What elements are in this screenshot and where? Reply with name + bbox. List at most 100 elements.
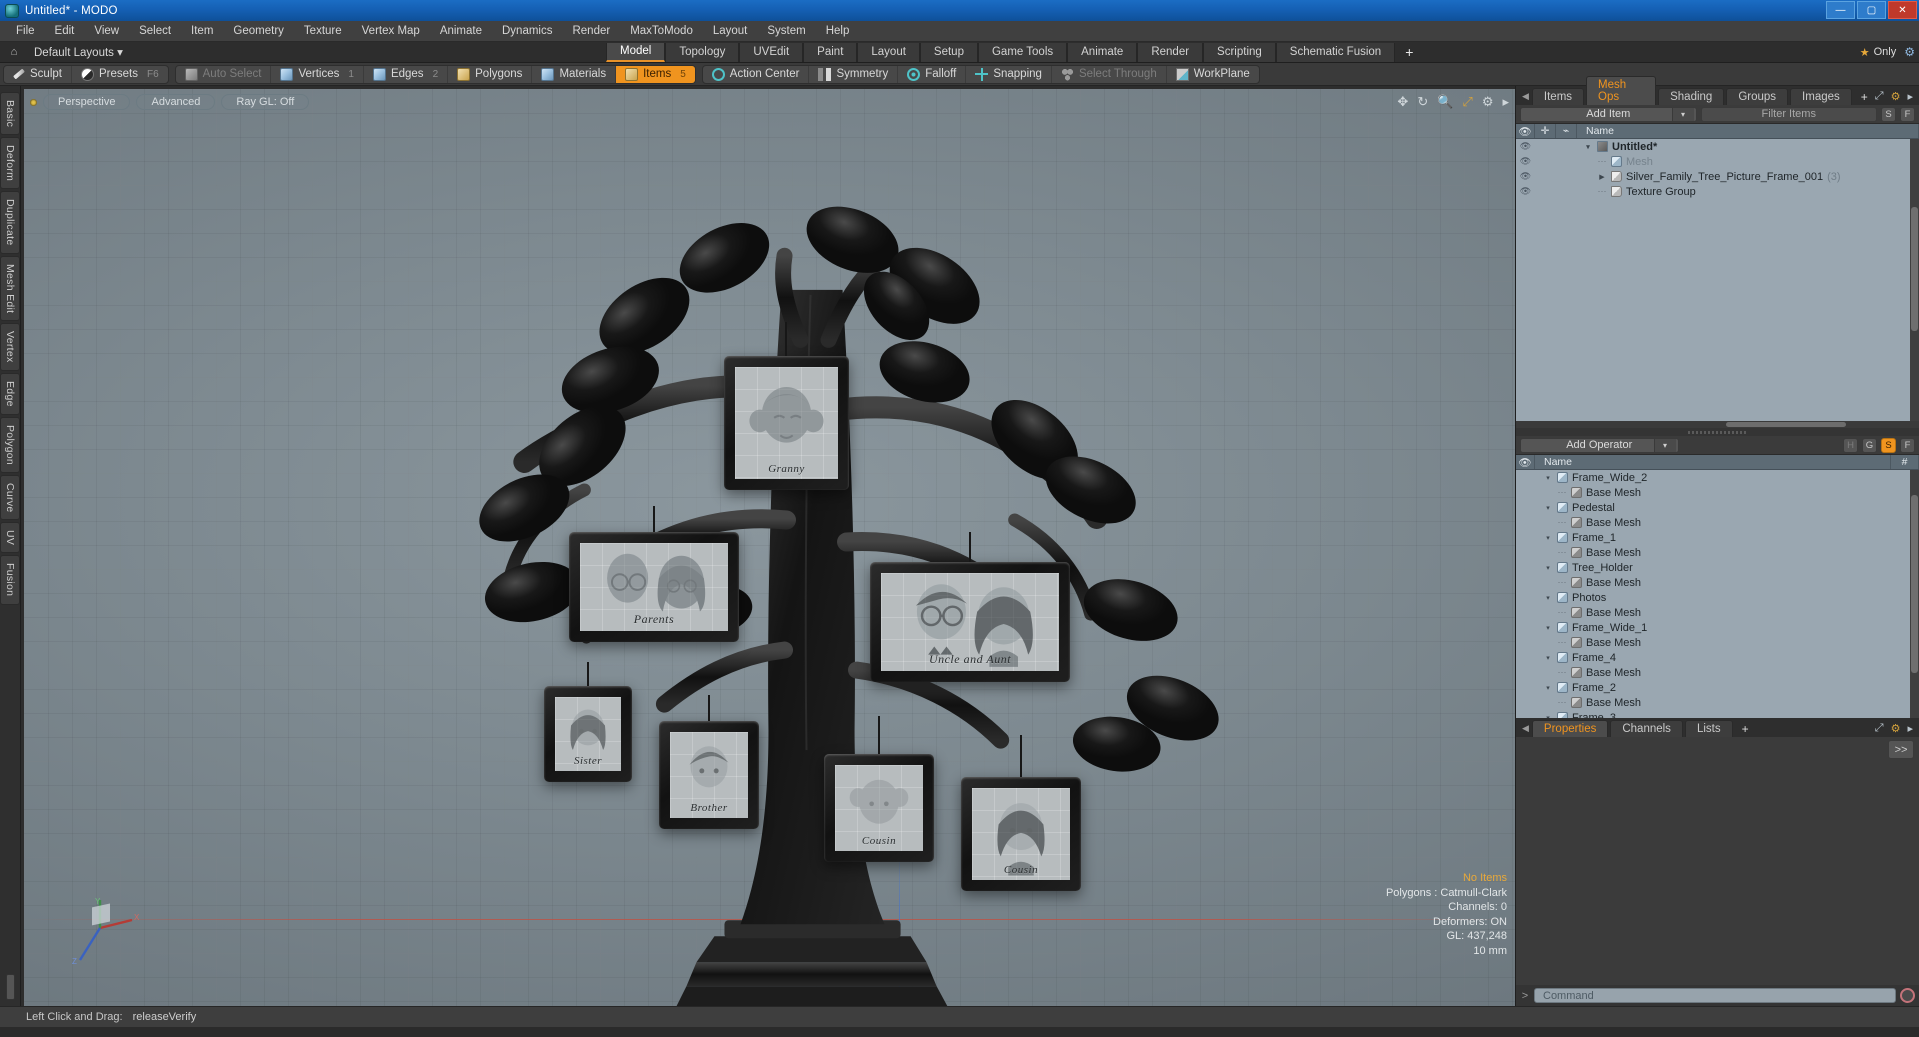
default-layouts-dropdown[interactable]: Default Layouts ▾: [34, 45, 123, 59]
tool-items[interactable]: Items 5: [616, 65, 695, 83]
layout-tab-topology[interactable]: Topology: [665, 42, 740, 62]
operator-row[interactable]: ⋯ Base Mesh: [1516, 665, 1919, 680]
layout-tab-scripting[interactable]: Scripting: [1203, 42, 1276, 62]
layout-tab-model[interactable]: Model: [606, 42, 666, 62]
add-layout-tab-button[interactable]: +: [1395, 44, 1423, 60]
chevron-right-icon[interactable]: ▸: [1907, 722, 1913, 735]
operator-f-button[interactable]: F: [1900, 437, 1915, 453]
left-tab-edge[interactable]: Edge: [0, 372, 20, 415]
operator-row[interactable]: ▾ Frame_2: [1516, 680, 1919, 695]
scroll-thumb[interactable]: [1726, 422, 1846, 427]
tool-workplane[interactable]: WorkPlane: [1167, 66, 1259, 83]
twisty-open-icon[interactable]: ▾: [1543, 504, 1553, 512]
layout-tab-paint[interactable]: Paint: [803, 42, 858, 62]
menu-item[interactable]: Item: [181, 23, 223, 39]
zoom-icon[interactable]: 🔍: [1437, 94, 1453, 110]
layout-tab-layout[interactable]: Layout: [857, 42, 920, 62]
frame-sister[interactable]: Sister: [544, 662, 632, 782]
operator-g-button[interactable]: G: [1862, 437, 1877, 453]
left-tab-vertex[interactable]: Vertex: [0, 323, 20, 371]
operator-row[interactable]: ⋯ Base Mesh: [1516, 575, 1919, 590]
twisty-closed-icon[interactable]: ▶: [1597, 173, 1607, 181]
menu-texture[interactable]: Texture: [294, 23, 352, 39]
operator-row[interactable]: ⋯ Base Mesh: [1516, 695, 1919, 710]
tool-polygons[interactable]: Polygons: [448, 65, 533, 83]
tab-shading[interactable]: Shading: [1658, 88, 1725, 105]
chevron-down-icon[interactable]: ▾: [1653, 438, 1676, 452]
operator-row[interactable]: ▾ Tree_Holder: [1516, 560, 1919, 575]
layout-tab-animate[interactable]: Animate: [1067, 42, 1138, 62]
menu-edit[interactable]: Edit: [45, 23, 85, 39]
twisty-open-icon[interactable]: ▾: [1543, 564, 1553, 572]
tool-presets[interactable]: Presets F6: [72, 66, 168, 83]
meshops-row[interactable]: 👁 ▶ Silver_Family_Tree_Picture_Frame_001 (…: [1516, 169, 1919, 184]
tool-sculpt[interactable]: Sculpt: [4, 65, 72, 83]
eye-icon[interactable]: 👁: [1516, 186, 1535, 197]
meshops-hscrollbar[interactable]: [1516, 421, 1919, 428]
tool-edges[interactable]: Edges 2: [364, 65, 449, 83]
layout-tab-schematic-fusion[interactable]: Schematic Fusion: [1275, 42, 1396, 62]
eye-icon[interactable]: 👁: [1516, 156, 1535, 167]
layout-tab-render[interactable]: Render: [1137, 42, 1204, 62]
operator-row[interactable]: ⋯ Base Mesh: [1516, 485, 1919, 500]
home-icon[interactable]: ⌂: [4, 46, 24, 58]
eye-icon[interactable]: 👁: [1516, 171, 1535, 182]
layout-tab-setup[interactable]: Setup: [919, 42, 978, 62]
menu-vertex-map[interactable]: Vertex Map: [352, 23, 430, 39]
record-icon[interactable]: [1900, 988, 1915, 1003]
tool-vertices[interactable]: Vertices 1: [271, 65, 364, 83]
operators-vscrollbar[interactable]: [1910, 470, 1919, 718]
add-item-button[interactable]: Add Item ▾: [1520, 106, 1697, 122]
add-tab-button[interactable]: +: [1735, 721, 1756, 737]
left-tab-duplicate[interactable]: Duplicate: [0, 191, 20, 254]
chevron-right-icon[interactable]: ▸: [1502, 94, 1509, 110]
meshops-tree[interactable]: 👁 ▾ Untitled* 👁 ⋯ Mesh 👁 ▶ Silver_Family_Tree_Pi…: [1516, 139, 1919, 421]
menu-animate[interactable]: Animate: [430, 23, 492, 39]
gear-icon[interactable]: ⚙: [1904, 45, 1915, 59]
tab-groups[interactable]: Groups: [1726, 88, 1789, 105]
scroll-thumb[interactable]: [1911, 494, 1918, 674]
viewport-raygl-button[interactable]: Ray GL: Off: [221, 94, 310, 110]
left-tab-fusion[interactable]: Fusion: [0, 555, 20, 605]
menu-help[interactable]: Help: [816, 23, 860, 39]
only-toggle[interactable]: ★ Only: [1860, 46, 1897, 59]
3d-viewport[interactable]: Granny Parents Uncle and Aunt Sister Bro…: [24, 89, 1515, 1006]
operator-row[interactable]: ▾ Frame_3: [1516, 710, 1919, 718]
tool-auto-select[interactable]: Auto Select: [176, 65, 272, 83]
rotate-icon[interactable]: ↻: [1417, 94, 1428, 110]
chevron-right-icon[interactable]: ▸: [1907, 90, 1913, 103]
operator-row[interactable]: ⋯ Base Mesh: [1516, 545, 1919, 560]
left-tab-curve[interactable]: Curve: [0, 474, 20, 521]
tool-snapping[interactable]: Snapping: [966, 65, 1052, 83]
frame-uncle-aunt[interactable]: Uncle and Aunt: [870, 532, 1070, 682]
twisty-open-icon[interactable]: ▾: [1543, 534, 1553, 542]
operator-row[interactable]: ▾ Frame_1: [1516, 530, 1919, 545]
panel-splitter[interactable]: [1516, 428, 1919, 436]
twisty-open-icon[interactable]: ▾: [1543, 624, 1553, 632]
tool-action-center[interactable]: Action Center: [703, 65, 810, 83]
chevron-down-icon[interactable]: ▾: [1671, 107, 1694, 121]
add-tab-button[interactable]: +: [1854, 89, 1875, 105]
twisty-open-icon[interactable]: ▾: [1543, 474, 1553, 482]
tab-images[interactable]: Images: [1790, 88, 1852, 105]
layout-tab-game-tools[interactable]: Game Tools: [977, 42, 1068, 62]
operator-row[interactable]: ⋯ Base Mesh: [1516, 635, 1919, 650]
operator-row[interactable]: ▾ Frame_4: [1516, 650, 1919, 665]
expand-icon[interactable]: ⤢: [1875, 722, 1884, 735]
tabrow-scroll-left-icon[interactable]: ◀: [1520, 723, 1532, 737]
meshops-row[interactable]: 👁 ⋯ Mesh: [1516, 154, 1919, 169]
frame-granny[interactable]: Granny: [724, 322, 849, 490]
left-tab-deform[interactable]: Deform: [0, 137, 20, 190]
properties-expand-button[interactable]: >>: [1888, 740, 1914, 759]
maximize-button[interactable]: ▢: [1857, 1, 1886, 19]
filter-f-button[interactable]: F: [1900, 106, 1915, 122]
frame-cousin-2[interactable]: Cousin: [961, 735, 1081, 891]
frame-cousin-1[interactable]: Cousin: [824, 716, 934, 862]
menu-geometry[interactable]: Geometry: [223, 23, 294, 39]
menu-maxtomodo[interactable]: MaxToModo: [620, 23, 703, 39]
axis-gizmo[interactable]: X Y Z: [70, 898, 140, 968]
menu-dynamics[interactable]: Dynamics: [492, 23, 562, 39]
viewport-shading-button[interactable]: Advanced: [136, 94, 216, 110]
menu-render[interactable]: Render: [562, 23, 620, 39]
meshops-row[interactable]: 👁 ⋯ Texture Group: [1516, 184, 1919, 199]
